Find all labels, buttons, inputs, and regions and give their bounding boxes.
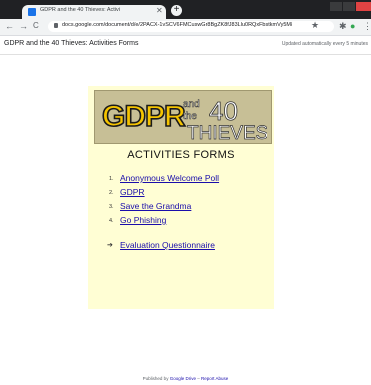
link-anonymous-welcome-poll[interactable]: Anonymous Welcome Poll	[120, 173, 219, 183]
extension-icon[interactable]: ✱	[339, 21, 347, 31]
report-abuse-link[interactable]: Report Abuse	[201, 376, 228, 381]
update-note: Updated automatically every 5 minutes	[281, 41, 368, 47]
page-title: GDPR and the 40 Thieves: Activities Form…	[4, 40, 139, 47]
item-number: 4.	[109, 218, 114, 224]
document-page: GDPR and the 40 THIEVES ACTIVITIES FORMS…	[88, 86, 274, 309]
reload-button[interactable]: C	[33, 21, 39, 31]
page-footer: Published by Google Drive – Report Abuse	[0, 376, 371, 381]
link-evaluation-questionnaire[interactable]: Evaluation Questionnaire	[120, 240, 215, 250]
forward-button[interactable]: →	[19, 21, 28, 31]
logo-the-text: the	[183, 111, 197, 122]
logo-and-text: and	[183, 99, 200, 110]
item-number: 2.	[109, 190, 114, 196]
published-by-text: Published by	[142, 376, 169, 381]
maximize-button[interactable]	[343, 2, 355, 11]
google-drive-link[interactable]: Google Drive	[170, 376, 196, 381]
browser-tab[interactable]: GDPR and the 40 Thieves: Activi ✕	[22, 5, 166, 19]
menu-kebab-icon[interactable]: ⋮	[363, 21, 371, 31]
browser-toolbar: ← → C docs.google.com/document/d/e/2PACX…	[0, 19, 371, 36]
tab-title: GDPR and the 40 Thieves: Activi	[40, 7, 120, 13]
new-tab-button[interactable]: +	[171, 5, 182, 16]
profile-avatar-icon[interactable]: ●	[350, 21, 355, 31]
activities-heading: ACTIVITIES FORMS	[127, 149, 235, 161]
link-save-the-grandma[interactable]: Save the Grandma	[120, 201, 191, 211]
doc-header: GDPR and the 40 Thieves: Activities Form…	[0, 36, 371, 55]
address-bar[interactable]: docs.google.com/document/d/e/2PACX-1vSCV…	[48, 20, 334, 32]
star-icon[interactable]: ★	[311, 20, 319, 31]
item-number: 3.	[109, 204, 114, 210]
item-number: 1.	[109, 176, 114, 182]
lock-icon	[54, 23, 58, 28]
minimize-button[interactable]	[330, 2, 342, 11]
url-text: docs.google.com/document/d/e/2PACX-1vSCV…	[62, 22, 292, 28]
link-gdpr[interactable]: GDPR	[120, 187, 145, 197]
back-button[interactable]: ←	[5, 21, 14, 31]
arrow-right-icon: ➔	[107, 242, 113, 249]
logo-number-text: 40	[209, 96, 238, 126]
window-close-button[interactable]	[356, 2, 371, 11]
title-banner: GDPR and the 40 THIEVES	[94, 90, 272, 144]
logo-thieves-text: THIEVES	[187, 123, 267, 141]
docs-favicon-icon	[28, 8, 36, 16]
gdpr-40-thieves-logo: GDPR and the 40 THIEVES	[101, 96, 267, 141]
link-go-phishing[interactable]: Go Phishing	[120, 215, 166, 225]
footer-separator: –	[197, 376, 200, 381]
logo-gdpr-text: GDPR	[102, 100, 186, 133]
tab-close-icon[interactable]: ✕	[156, 6, 163, 15]
browser-tab-strip: GDPR and the 40 Thieves: Activi ✕ +	[0, 0, 371, 19]
